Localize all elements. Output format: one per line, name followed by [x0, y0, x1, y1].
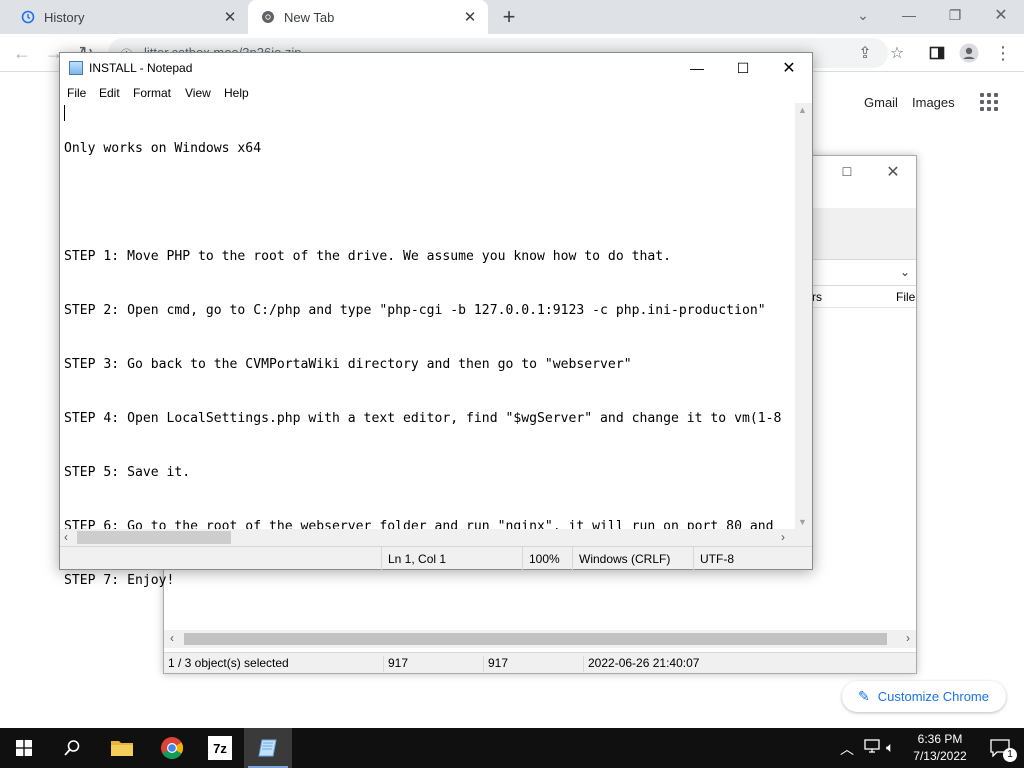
date: 7/13/2022	[913, 749, 967, 763]
pencil-icon: ✎	[858, 688, 870, 704]
text-line: STEP 4: Open LocalSettings.php with a te…	[64, 411, 782, 426]
column-header[interactable]: rs	[812, 290, 822, 304]
customize-chrome-label: Customize Chrome	[877, 689, 989, 704]
network-icon[interactable]	[864, 739, 880, 756]
tab-new-tab[interactable]: New Tab ✕	[248, 0, 488, 34]
history-icon	[20, 9, 36, 25]
cursor-position: Ln 1, Col 1	[381, 547, 522, 570]
chevron-down-icon[interactable]: ⌄	[900, 265, 910, 279]
scrollbar-thumb[interactable]	[184, 633, 887, 645]
close-tab-icon[interactable]: ✕	[218, 5, 242, 29]
7zip-icon: 7z	[208, 736, 232, 760]
notification-center-button[interactable]: 1	[976, 728, 1024, 768]
start-icon	[16, 740, 32, 756]
restore-button[interactable]: ❐	[932, 0, 978, 30]
text-caret	[64, 105, 65, 121]
notepad-icon	[69, 61, 83, 75]
text-line	[64, 194, 795, 212]
encoding: UTF-8	[693, 547, 812, 570]
menu-view[interactable]: View	[185, 86, 211, 100]
start-button[interactable]	[0, 728, 48, 768]
scroll-down-icon[interactable]: ▼	[798, 517, 807, 527]
tab-title: History	[44, 9, 85, 25]
line-ending: Windows (CRLF)	[572, 547, 693, 570]
close-window-button[interactable]: ✕	[766, 53, 812, 83]
clock[interactable]: 6:36 PM 7/13/2022	[910, 731, 970, 765]
close-tab-icon[interactable]: ✕	[458, 5, 482, 29]
text-editor[interactable]: Only works on Windows x64 STEP 1: Move P…	[60, 103, 795, 588]
text-line: STEP 7: Enjoy!	[64, 573, 175, 588]
7zip-icon-label: 7z	[213, 740, 227, 756]
file-explorer-icon	[111, 741, 133, 756]
notepad-status-bar: Ln 1, Col 1 100% Windows (CRLF) UTF-8	[60, 546, 812, 570]
scroll-left-icon[interactable]: ‹	[170, 631, 174, 645]
back-button[interactable]: ←	[8, 39, 36, 67]
modified-status: 2022-06-26 21:40:07	[583, 656, 699, 672]
scroll-right-icon[interactable]: ›	[906, 631, 910, 645]
menu-help[interactable]: Help	[224, 86, 249, 100]
close-window-button[interactable]: ✕	[870, 160, 916, 184]
horizontal-scrollbar[interactable]: ‹ ›	[60, 529, 795, 546]
chrome-icon	[161, 737, 183, 759]
7zip-status-bar: 1 / 3 object(s) selected 917 917 2022-06…	[164, 652, 916, 673]
chrome-menu-icon[interactable]: ⋮	[990, 40, 1016, 66]
notepad-menubar: File Edit Format View Help	[60, 83, 812, 103]
search-button[interactable]	[48, 728, 96, 768]
file-explorer-taskbar-button[interactable]	[98, 728, 146, 768]
chrome-icon	[260, 9, 276, 25]
maximize-button[interactable]: ☐	[720, 53, 766, 83]
packed-size-status: 917	[483, 656, 508, 672]
taskbar: 7z ︿ 🔈︎ 6:36 PM 7/13/2022 1	[0, 728, 1024, 768]
side-panel-icon[interactable]	[924, 40, 950, 66]
column-header-file[interactable]: File	[896, 290, 915, 304]
volume-icon[interactable]: 🔈︎	[886, 739, 894, 756]
scroll-right-icon[interactable]: ›	[781, 530, 785, 544]
chrome-tabstrip: History ✕ New Tab ✕ + ⌄ — ❐ ✕	[0, 0, 1024, 34]
text-line: Only works on Windows x64	[64, 141, 262, 156]
tab-history[interactable]: History ✕	[8, 0, 248, 34]
scroll-left-icon[interactable]: ‹	[64, 530, 68, 544]
profile-avatar-icon[interactable]	[956, 40, 982, 66]
scroll-up-icon[interactable]: ▲	[798, 105, 807, 115]
chrome-taskbar-button[interactable]	[148, 728, 196, 768]
notification-count: 1	[1003, 748, 1017, 762]
bookmark-star-icon[interactable]: ☆	[884, 40, 910, 66]
text-line: STEP 1: Move PHP to the root of the driv…	[64, 249, 671, 264]
minimize-button[interactable]: —	[886, 0, 932, 30]
tab-search-icon[interactable]: ⌄	[840, 0, 886, 30]
customize-chrome-button[interactable]: ✎ Customize Chrome	[842, 681, 1006, 712]
notepad-titlebar[interactable]: INSTALL - Notepad — ☐ ✕	[60, 53, 812, 83]
share-icon[interactable]: ⇪	[852, 40, 878, 66]
gmail-link[interactable]: Gmail	[864, 95, 898, 110]
images-link[interactable]: Images	[912, 95, 955, 110]
vertical-scrollbar[interactable]: ▲ ▼	[795, 103, 812, 529]
menu-format[interactable]: Format	[133, 86, 171, 100]
menu-edit[interactable]: Edit	[99, 86, 120, 100]
search-icon	[64, 740, 80, 756]
text-line: STEP 3: Go back to the CVMPortaWiki dire…	[64, 357, 632, 372]
close-window-button[interactable]: ✕	[978, 0, 1024, 30]
minimize-button[interactable]: —	[674, 53, 720, 83]
chevron-up-icon[interactable]: ︿	[840, 739, 854, 759]
notepad-window: INSTALL - Notepad — ☐ ✕ File Edit Format…	[59, 52, 813, 588]
google-apps-icon[interactable]	[980, 93, 1000, 113]
menu-file[interactable]: File	[67, 86, 86, 100]
size-status: 917	[383, 656, 408, 672]
maximize-button[interactable]: ☐	[824, 160, 870, 184]
window-title: INSTALL - Notepad	[89, 61, 193, 75]
new-tab-button[interactable]: +	[497, 4, 521, 29]
notepad-icon	[258, 739, 277, 757]
scrollbar-thumb[interactable]	[77, 531, 231, 544]
scrollbar-corner	[795, 529, 812, 546]
time: 6:36 PM	[917, 732, 963, 746]
notepad-taskbar-button[interactable]	[244, 728, 292, 768]
selection-status: 1 / 3 object(s) selected	[168, 656, 289, 670]
tab-title: New Tab	[284, 9, 335, 25]
7zip-taskbar-button[interactable]: 7z	[196, 728, 244, 768]
text-line: STEP 2: Open cmd, go to C:/php and type …	[64, 303, 766, 318]
zoom-level: 100%	[522, 547, 572, 570]
text-line: STEP 5: Save it.	[64, 465, 191, 480]
horizontal-scrollbar[interactable]: ‹ ›	[164, 630, 916, 648]
